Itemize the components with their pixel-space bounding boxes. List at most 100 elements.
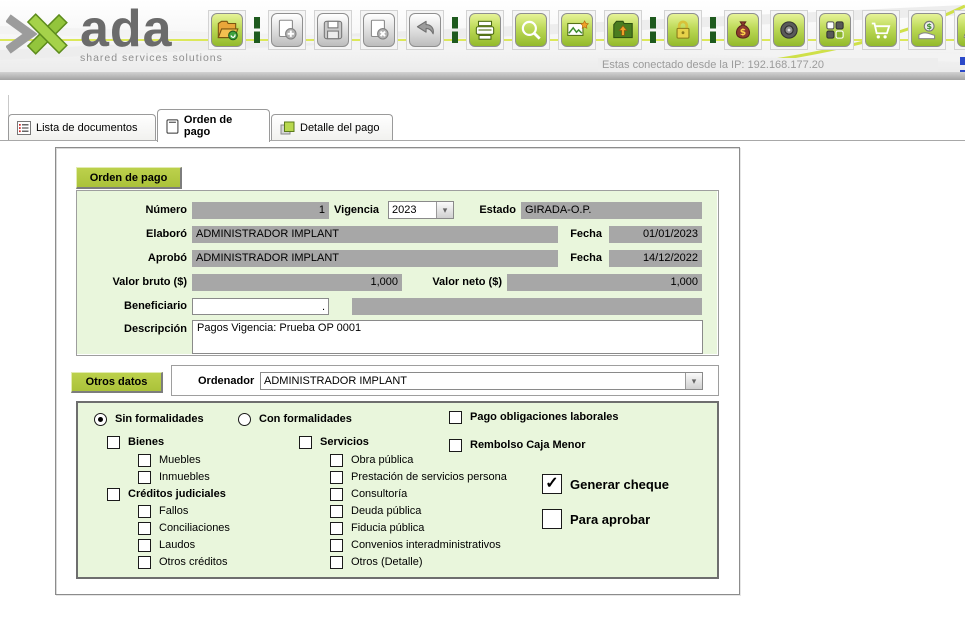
checkbox-consultoria[interactable]: Consultoría: [330, 488, 407, 501]
checkbox[interactable]: [138, 522, 151, 535]
checkbox-bienes[interactable]: Bienes: [107, 436, 164, 449]
modules-grid-icon: [822, 17, 848, 43]
checkbox-fiducia-publica[interactable]: Fiducia pública: [330, 522, 424, 535]
checkbox-obra-publica[interactable]: Obra pública: [330, 454, 413, 467]
vigencia-label: Vigencia: [334, 202, 386, 219]
fecha-aprobo-field: 14/12/2022: [609, 250, 702, 267]
radio-con-formalidades[interactable]: Con formalidades: [238, 413, 352, 426]
otros-datos-section-button[interactable]: Otros datos: [71, 372, 163, 393]
checkbox[interactable]: [330, 505, 343, 518]
content-area: Orden de pago Número 1 Vigencia 2023 ▾ E…: [0, 140, 965, 639]
fecha-elaboro-label: Fecha: [560, 226, 602, 243]
estado-field: GIRADA-O.P.: [521, 202, 702, 219]
vault-button[interactable]: [770, 10, 808, 50]
checkbox-inmuebles[interactable]: Inmuebles: [138, 471, 210, 484]
checkbox-prestacion-servicios[interactable]: Prestación de servicios persona: [330, 471, 507, 484]
modules-grid-button[interactable]: [816, 10, 854, 50]
checkbox-convenios-interadministrativos[interactable]: Convenios interadministrativos: [330, 539, 501, 552]
shopping-cart-button[interactable]: [862, 10, 900, 50]
checkbox-creditos-judiciales[interactable]: Créditos judiciales: [107, 488, 226, 501]
clipped-icon: [960, 57, 965, 65]
search-icon: [518, 17, 544, 43]
print-icon: [472, 17, 498, 43]
hand-money-button[interactable]: $: [908, 10, 946, 50]
brand-tagline: shared services solutions: [80, 52, 223, 64]
checkbox[interactable]: [330, 488, 343, 501]
checkbox[interactable]: [138, 539, 151, 552]
beneficiario-input[interactable]: [192, 298, 329, 315]
brand-text-block: ada shared services solutions: [80, 4, 223, 64]
numero-field: 1: [192, 202, 329, 219]
users-button[interactable]: [954, 10, 965, 50]
delete-document-button[interactable]: [360, 10, 398, 50]
folder-upload-button[interactable]: [604, 10, 642, 50]
checkbox-generar-cheque[interactable]: Generar cheque: [542, 474, 669, 494]
hand-money-icon: $: [914, 17, 940, 43]
toolbar: $: [208, 10, 965, 55]
checkbox-fallos[interactable]: Fallos: [138, 505, 188, 518]
checkbox[interactable]: [449, 411, 462, 424]
checkbox[interactable]: [330, 539, 343, 552]
undo-button[interactable]: [406, 10, 444, 50]
checkbox[interactable]: [138, 454, 151, 467]
open-folder-button[interactable]: [208, 10, 246, 50]
document-icon: [166, 119, 179, 134]
image-export-icon: [564, 17, 590, 43]
ordenador-select[interactable]: ADMINISTRADOR IMPLANT ▾: [260, 372, 703, 390]
new-document-icon: [274, 17, 300, 43]
beneficiario-label: Beneficiario: [77, 298, 187, 315]
orden-de-pago-section-button[interactable]: Orden de pago: [76, 167, 182, 189]
checkbox[interactable]: [449, 439, 462, 452]
checkbox-para-aprobar[interactable]: Para aprobar: [542, 509, 650, 529]
checkbox[interactable]: [330, 556, 343, 569]
checkbox[interactable]: [542, 509, 562, 529]
checkbox[interactable]: [330, 471, 343, 484]
chevron-down-icon[interactable]: ▾: [436, 202, 453, 218]
checkbox[interactable]: [138, 471, 151, 484]
descripcion-label: Descripción: [77, 321, 187, 338]
chevron-down-icon[interactable]: ▾: [685, 373, 702, 389]
radio-button[interactable]: [238, 413, 251, 426]
app-window: ada shared services solutions: [0, 0, 965, 639]
search-button[interactable]: [512, 10, 550, 50]
image-export-button[interactable]: [558, 10, 596, 50]
tab-orden-de-pago[interactable]: Orden de pago: [157, 109, 270, 142]
checkbox-muebles[interactable]: Muebles: [138, 454, 201, 467]
aprobo-field: ADMINISTRADOR IMPLANT: [192, 250, 558, 267]
tab-lista-de-documentos[interactable]: Lista de documentos: [8, 114, 156, 141]
checkbox[interactable]: [107, 488, 120, 501]
checkbox-rembolso-caja-menor[interactable]: Rembolso Caja Menor: [449, 439, 586, 452]
checkbox-otros-creditos[interactable]: Otros créditos: [138, 556, 227, 569]
note-icon: [280, 121, 295, 135]
checkbox-laudos[interactable]: Laudos: [138, 539, 195, 552]
order-data-fieldset: Número 1 Vigencia 2023 ▾ Estado GIRADA-O…: [76, 190, 719, 356]
checkbox[interactable]: [330, 522, 343, 535]
tab-detalle-del-pago[interactable]: Detalle del pago: [271, 114, 393, 141]
numero-label: Número: [77, 202, 187, 219]
vigencia-select[interactable]: 2023 ▾: [388, 201, 454, 219]
lock-icon: [670, 17, 696, 43]
lock-button[interactable]: [664, 10, 702, 50]
checkbox-otros-detalle[interactable]: Otros (Detalle): [330, 556, 423, 569]
checkbox-pago-obligaciones-laborales[interactable]: Pago obligaciones laborales: [449, 411, 619, 424]
checkbox-conciliaciones[interactable]: Conciliaciones: [138, 522, 230, 535]
new-document-button[interactable]: [268, 10, 306, 50]
print-button[interactable]: [466, 10, 504, 50]
checkbox[interactable]: [138, 556, 151, 569]
money-bag-button[interactable]: $: [724, 10, 762, 50]
checkbox[interactable]: [138, 505, 151, 518]
payment-options-panel: Sin formalidades Con formalidades Pago o…: [76, 401, 719, 579]
save-button[interactable]: [314, 10, 352, 50]
radio-button[interactable]: [94, 413, 107, 426]
checkbox-servicios[interactable]: Servicios: [299, 436, 369, 449]
radio-sin-formalidades[interactable]: Sin formalidades: [94, 413, 204, 426]
checkbox[interactable]: [107, 436, 120, 449]
checkbox[interactable]: [299, 436, 312, 449]
fecha-aprobo-label: Fecha: [560, 250, 602, 267]
descripcion-textarea[interactable]: Pagos Vigencia: Prueba OP 0001: [192, 320, 703, 354]
checkbox-deuda-publica[interactable]: Deuda pública: [330, 505, 421, 518]
checkbox[interactable]: [330, 454, 343, 467]
status-bar: Estas conectado desde la IP: 192.168.177…: [598, 58, 938, 73]
checkbox-checked[interactable]: [542, 474, 562, 494]
undo-icon: [412, 17, 438, 43]
